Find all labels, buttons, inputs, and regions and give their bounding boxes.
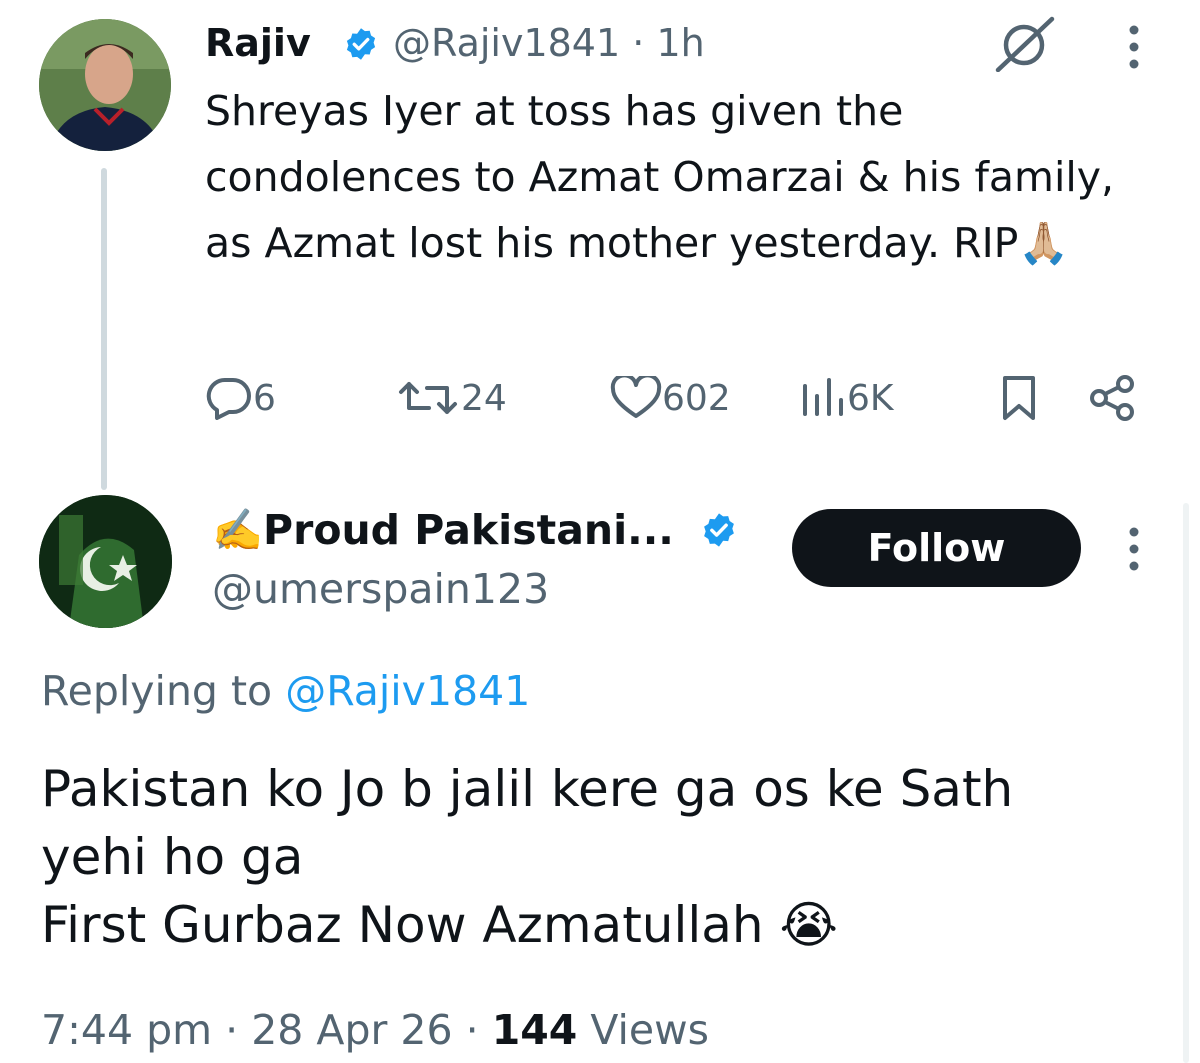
avatar-flag-fist xyxy=(39,495,172,628)
tweet-text: Shreyas Iyer at toss has given the condo… xyxy=(205,87,1115,267)
replying-to-line: Replying to @Rajiv1841 xyxy=(41,663,530,719)
bookmark-icon xyxy=(1003,376,1035,420)
share-icon xyxy=(1090,375,1134,421)
reply-action[interactable]: 6 xyxy=(205,368,276,428)
view-count: 6K xyxy=(847,377,894,419)
bookmark-action[interactable] xyxy=(997,368,1041,428)
replying-prefix: Replying to xyxy=(41,667,286,715)
more-options-icon[interactable] xyxy=(1122,524,1146,574)
reply-author-handle[interactable]: @umerspain123 xyxy=(212,562,549,616)
meta-separator: · xyxy=(632,21,645,65)
scrollbar[interactable] xyxy=(1183,503,1189,1063)
views-label: Views xyxy=(590,1006,709,1054)
reply-author-name[interactable]: ✍️Proud Pakistani... xyxy=(212,503,674,557)
reply-view-count: 144 xyxy=(491,1006,578,1054)
retweet-icon xyxy=(399,382,457,414)
retweet-count: 24 xyxy=(461,377,507,419)
meta-separator: · xyxy=(465,1006,479,1054)
reply-date[interactable]: 28 Apr 26 xyxy=(251,1006,452,1054)
author-name[interactable]: Rajiv xyxy=(205,18,311,68)
avatar-photo xyxy=(39,19,171,151)
views-chart-icon xyxy=(803,378,843,416)
tweet-actions: 6 24 602 6K xyxy=(205,368,1145,428)
reply-text: Pakistan ko Jo b jalil kere ga os ke Sat… xyxy=(41,755,1161,959)
reply-count: 6 xyxy=(253,377,276,419)
reply-time[interactable]: 7:44 pm xyxy=(41,1006,212,1054)
like-count: 602 xyxy=(662,377,731,419)
views-action[interactable]: 6K xyxy=(797,368,894,428)
retweet-action[interactable]: 24 xyxy=(395,368,507,428)
verified-badge-icon xyxy=(343,26,379,62)
reply-text-line: yehi ho ga xyxy=(41,828,304,886)
author-handle[interactable]: @Rajiv1841 xyxy=(393,21,620,65)
follow-button[interactable]: Follow xyxy=(792,509,1081,587)
reply-text-line: Pakistan ko Jo b jalil kere ga os ke Sat… xyxy=(41,760,1014,818)
heart-icon xyxy=(610,376,662,418)
thread-connector-line xyxy=(101,168,107,490)
avatar-proud-pakistani[interactable] xyxy=(39,495,172,628)
share-action[interactable] xyxy=(1087,368,1137,428)
like-action[interactable]: 602 xyxy=(610,368,731,428)
verified-badge-icon xyxy=(700,511,736,547)
grok-icon[interactable] xyxy=(994,16,1056,73)
reply-meta: 7:44 pm · 28 Apr 26 · 144 Views xyxy=(41,1000,709,1060)
tweet-time[interactable]: 1h xyxy=(656,21,704,65)
tweet-meta: @Rajiv1841 · 1h xyxy=(393,18,705,68)
replying-mention-link[interactable]: @Rajiv1841 xyxy=(285,667,530,715)
reply-icon xyxy=(206,377,251,420)
avatar-rajiv[interactable] xyxy=(39,19,171,151)
more-options-icon[interactable] xyxy=(1122,22,1146,72)
reply-text-line: First Gurbaz Now Azmatullah 😭 xyxy=(41,896,838,954)
meta-separator: · xyxy=(225,1006,239,1054)
